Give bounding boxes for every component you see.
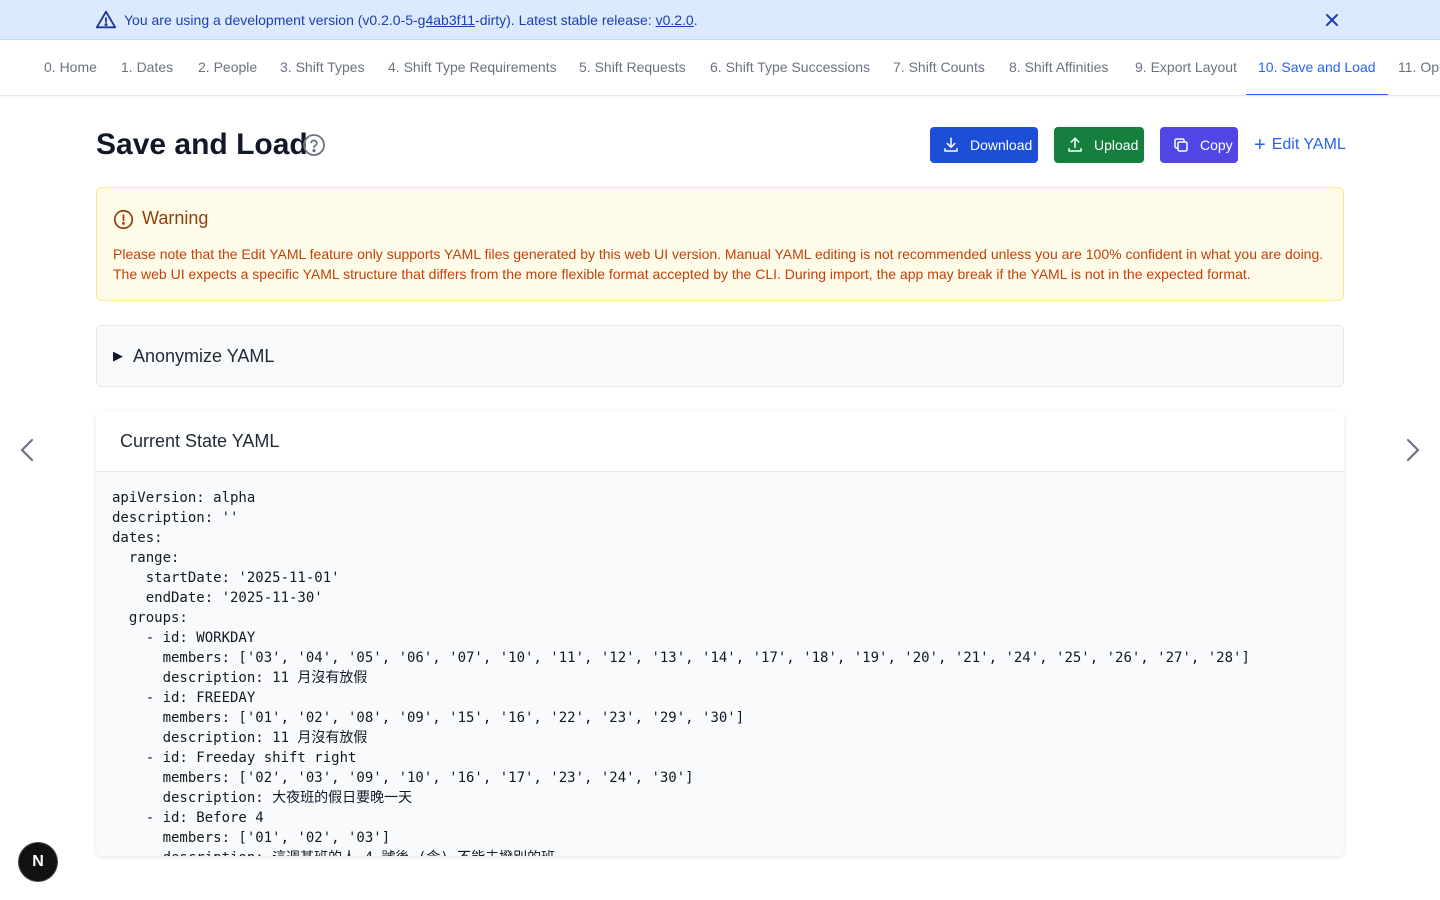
yaml-code-block[interactable]: apiVersion: alpha description: '' dates:… (96, 472, 1344, 856)
edit-yaml-label: Edit YAML (1271, 136, 1346, 153)
anonymize-yaml-label: Anonymize YAML (133, 345, 275, 366)
step-tabs: 0. Home 1. Dates 2. People 3. Shift Type… (0, 41, 1440, 96)
tab-dates[interactable]: 1. Dates (109, 41, 185, 95)
warning-body-line-1: Please note that the Edit YAML feature o… (113, 246, 1324, 262)
copy-label: Copy (1200, 137, 1233, 153)
warning-title: Warning (142, 208, 209, 228)
banner-prefix: You are using a development version (v0.… (124, 11, 418, 28)
upload-label: Upload (1094, 137, 1139, 153)
download-label: Download (970, 137, 1033, 153)
app-logo-button[interactable]: N (19, 843, 57, 881)
help-icon[interactable] (302, 133, 326, 157)
tab-shift-types[interactable]: 3. Shift Types (268, 41, 377, 95)
warning-alert: Warning Please note that the Edit YAML f… (96, 187, 1344, 301)
tab-shift-type-successions[interactable]: 6. Shift Type Successions (698, 41, 882, 95)
warning-body: Please note that the Edit YAML feature o… (113, 244, 1329, 284)
next-step-arrow-icon[interactable] (1398, 436, 1426, 464)
dev-version-banner: You are using a development version (v0.… (0, 0, 1440, 40)
download-icon (944, 137, 958, 152)
close-banner-button[interactable] (1322, 10, 1342, 30)
tab-shift-counts[interactable]: 7. Shift Counts (881, 41, 997, 95)
tab-shift-affinities[interactable]: 8. Shift Affinities (997, 41, 1120, 95)
close-icon (1326, 14, 1338, 26)
upload-button[interactable]: Upload (1054, 127, 1144, 163)
tab-export-layout[interactable]: 9. Export Layout (1123, 41, 1249, 95)
banner-suffix: . (693, 11, 698, 28)
commit-link[interactable]: g4ab3f11 (418, 12, 475, 28)
tab-people[interactable]: 2. People (186, 41, 269, 95)
alert-circle-icon (113, 209, 134, 230)
anonymize-yaml-toggle[interactable]: ▶ Anonymize YAML (96, 325, 1344, 387)
current-state-yaml-card: Current State YAML apiVersion: alpha des… (96, 411, 1344, 856)
previous-step-arrow-icon[interactable] (14, 436, 42, 464)
banner-text: You are using a development version (v0.… (124, 12, 698, 28)
warning-triangle-icon (95, 10, 117, 29)
warning-body-line-2: The web UI expects a specific YAML struc… (113, 266, 1251, 282)
stable-release-link[interactable]: v0.2.0 (656, 12, 694, 28)
banner-middle: -dirty). Latest stable release: (475, 11, 656, 28)
copy-icon (1174, 138, 1188, 152)
upload-icon (1068, 137, 1082, 152)
page-title: Save and Load (96, 128, 308, 161)
disclosure-triangle-icon: ▶ (113, 348, 123, 363)
plus-icon: + (1254, 134, 1266, 156)
tab-shift-requests[interactable]: 5. Shift Requests (567, 41, 698, 95)
yaml-card-title: Current State YAML (96, 411, 1344, 472)
yaml-content: apiVersion: alpha description: '' dates:… (112, 490, 1250, 856)
logo-letter: N (32, 853, 44, 870)
tab-home[interactable]: 0. Home (32, 41, 109, 95)
tab-shift-type-requirements[interactable]: 4. Shift Type Requirements (376, 41, 569, 95)
download-button[interactable]: Download (930, 127, 1038, 163)
tab-op[interactable]: 11. Op (1386, 41, 1440, 95)
copy-button[interactable]: Copy (1160, 127, 1238, 163)
tab-save-and-load[interactable]: 10. Save and Load (1246, 41, 1388, 95)
edit-yaml-button[interactable]: + Edit YAML (1254, 127, 1346, 163)
